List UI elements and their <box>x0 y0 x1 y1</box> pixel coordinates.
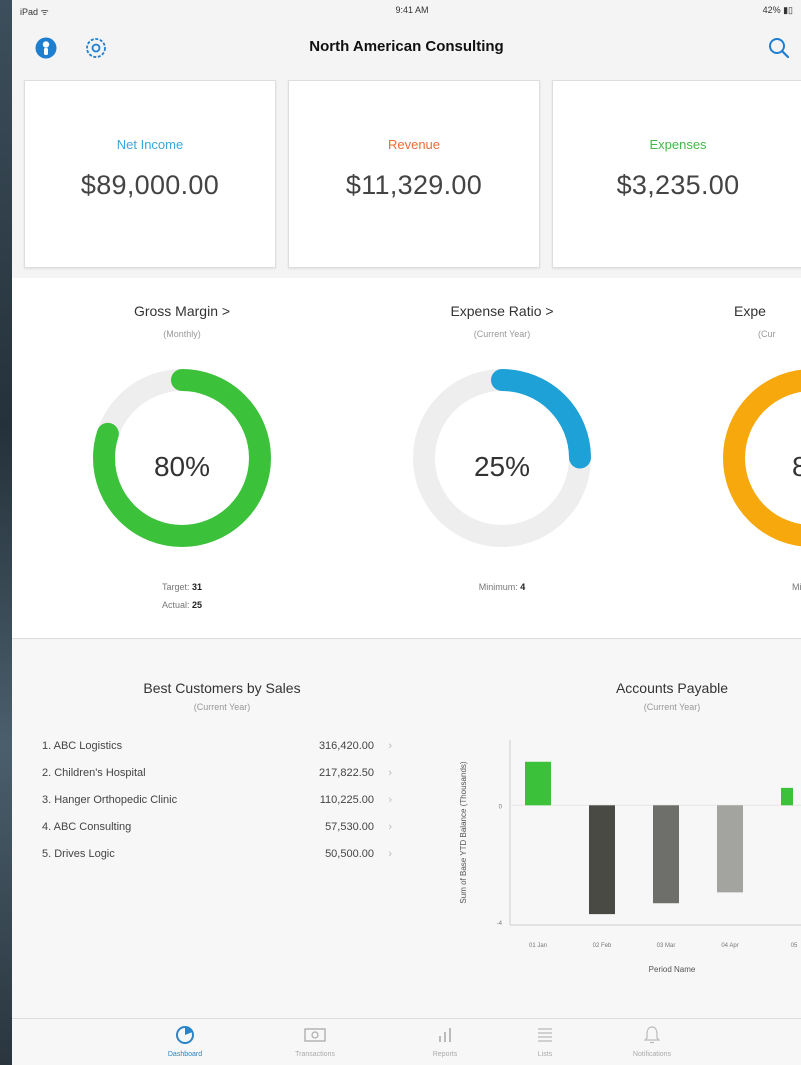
accounts-payable-title: Accounts Payable <box>615 680 729 696</box>
gauge-expense-partial[interactable]: Expe (Cur 8 Mi <box>692 278 801 638</box>
list-item[interactable]: 3. Hanger Orthopedic Clinic 110,225.00 › <box>42 794 392 821</box>
customer-name: 1. ABC Logistics <box>42 740 123 752</box>
gauge-target-label: Target: <box>161 582 190 592</box>
gauge-title[interactable]: Gross Margin > <box>52 303 312 319</box>
tab-reports[interactable]: Reports <box>405 1025 485 1058</box>
bar <box>717 805 743 893</box>
chevron-right-icon: › <box>388 740 392 752</box>
gauge-minimum-value: 4 <box>520 582 526 592</box>
gauge-title[interactable]: Expense Ratio > <box>372 303 632 319</box>
x-axis-label: Period Name <box>649 965 696 974</box>
accounts-payable-chart[interactable]: 40-4Sum of Base YTD Balance (Thousands)0… <box>442 725 801 995</box>
notifications-icon <box>643 1026 661 1044</box>
tab-label: Dashboard <box>167 1051 203 1058</box>
gauge-target-value: 31 <box>192 582 203 592</box>
gauge-title[interactable]: Expe <box>692 303 801 319</box>
kpi-label: Expenses <box>649 137 707 152</box>
x-tick-label: 01 Jan <box>529 943 547 949</box>
dashboard-icon <box>176 1026 194 1044</box>
kpi-card-net-income[interactable]: Net Income $89,000.00 <box>24 80 276 268</box>
customer-sales: 57,530.00 <box>325 821 374 833</box>
gauge-actual-value: 25 <box>192 600 203 610</box>
bar <box>589 805 615 915</box>
y-tick-label: -4 <box>497 921 503 927</box>
y-tick-label: 0 <box>499 804 503 810</box>
nav-bar: North American Consulting <box>12 22 801 72</box>
kpi-row: Net Income $89,000.00 Revenue $11,329.00… <box>12 80 801 268</box>
x-tick-label: 04 Apr <box>721 943 738 949</box>
tab-label: Lists <box>537 1051 553 1058</box>
list-item[interactable]: 1. ABC Logistics 316,420.00 › <box>42 740 392 767</box>
status-bar: iPad ᯤ 9:41 AM 42% ▮▯ <box>12 0 801 22</box>
customer-name: 3. Hanger Orthopedic Clinic <box>42 794 178 806</box>
tab-label: Reports <box>432 1051 458 1058</box>
tab-label: Transactions <box>295 1051 335 1058</box>
gauge-gross-margin[interactable]: Gross Margin > (Monthly) 80% Target: 31 … <box>52 278 312 638</box>
list-item[interactable]: 2. Children's Hospital 217,822.50 › <box>42 767 392 794</box>
kpi-label: Revenue <box>387 137 441 152</box>
kpi-label: Net Income <box>116 137 184 152</box>
gauge-subtitle: (Monthly) <box>163 329 201 339</box>
search-icon[interactable] <box>767 36 791 60</box>
customer-sales: 110,225.00 <box>319 794 374 806</box>
tab-dashboard[interactable]: Dashboard <box>145 1025 225 1058</box>
gauge-actual-label: Actual: <box>161 600 190 610</box>
kpi-value: $3,235.00 <box>616 170 740 200</box>
x-tick-label: 05 <box>791 943 798 949</box>
gauge-expense-ratio[interactable]: Expense Ratio > (Current Year) 25% Minim… <box>372 278 632 638</box>
customer-sales: 50,500.00 <box>325 848 374 860</box>
x-tick-label: 02 Feb <box>593 943 612 949</box>
kpi-value: $89,000.00 <box>80 170 220 200</box>
customer-sales: 217,822.50 <box>318 767 374 779</box>
bottom-section: Best Customers by Sales (Current Year) 1… <box>12 640 801 1020</box>
gauge-target: Target: 31 <box>52 582 312 592</box>
list-item[interactable]: 5. Drives Logic 50,500.00 › <box>42 848 392 875</box>
kpi-card-expenses[interactable]: Expenses $3,235.00 <box>552 80 801 268</box>
gauge-percent: 25% <box>473 451 531 482</box>
chevron-right-icon: › <box>388 848 392 860</box>
lists-icon <box>538 1028 552 1042</box>
best-customers-title: Best Customers by Sales <box>143 680 301 696</box>
customer-name: 4. ABC Consulting <box>42 821 132 833</box>
best-customers-subtitle: (Current Year) <box>193 702 251 712</box>
gauges-panel: Gross Margin > (Monthly) 80% Target: 31 … <box>12 278 801 639</box>
gauge-actual: Actual: 25 <box>52 600 312 610</box>
list-item[interactable]: 4. ABC Consulting 57,530.00 › <box>42 821 392 848</box>
gauge-percent: 8 <box>792 451 801 482</box>
accounts-payable-subtitle: (Current Year) <box>643 702 701 712</box>
kpi-card-revenue[interactable]: Revenue $11,329.00 <box>288 80 540 268</box>
ipad-screen: iPad ᯤ 9:41 AM 42% ▮▯ North American Con… <box>12 0 801 1065</box>
gauge-subtitle: (Current Year) <box>473 329 531 339</box>
x-tick-label: 03 Mar <box>657 943 676 949</box>
tab-transactions[interactable]: Transactions <box>275 1025 355 1058</box>
gauge-percent: 80% <box>153 451 211 482</box>
gauge-subtitle: (Cur <box>758 329 776 339</box>
chevron-right-icon: › <box>388 821 392 833</box>
gauge-minimum: Minimum: 4 <box>372 582 632 592</box>
gauge-minimum-label: Minimum: <box>478 582 518 592</box>
customer-name: 5. Drives Logic <box>42 848 115 860</box>
tab-lists[interactable]: Lists <box>505 1025 585 1058</box>
bar <box>781 787 793 806</box>
bar <box>525 761 551 806</box>
customer-name: 2. Children's Hospital <box>42 767 146 779</box>
clock: 9:41 AM <box>395 5 429 15</box>
battery-indicator: 42% ▮▯ <box>762 5 793 15</box>
transactions-icon <box>304 1028 326 1042</box>
carrier-label: iPad ᯤ <box>20 7 49 17</box>
customer-sales: 316,420.00 <box>318 740 374 752</box>
chevron-right-icon: › <box>388 794 392 806</box>
tab-bar: Dashboard Transactions Reports Lists Not… <box>12 1018 801 1065</box>
tab-label: Notifications <box>632 1051 672 1058</box>
customer-list: 1. ABC Logistics 316,420.00 › 2. Childre… <box>42 740 392 875</box>
gauge-minimum-label: Mi <box>792 582 801 592</box>
page-title: North American Consulting <box>309 38 504 55</box>
chevron-right-icon: › <box>388 767 392 779</box>
bar <box>653 805 679 904</box>
kpi-value: $11,329.00 <box>345 170 483 200</box>
tab-notifications[interactable]: Notifications <box>612 1025 692 1058</box>
y-axis-label: Sum of Base YTD Balance (Thousands) <box>459 761 468 903</box>
reports-icon <box>439 1028 451 1042</box>
